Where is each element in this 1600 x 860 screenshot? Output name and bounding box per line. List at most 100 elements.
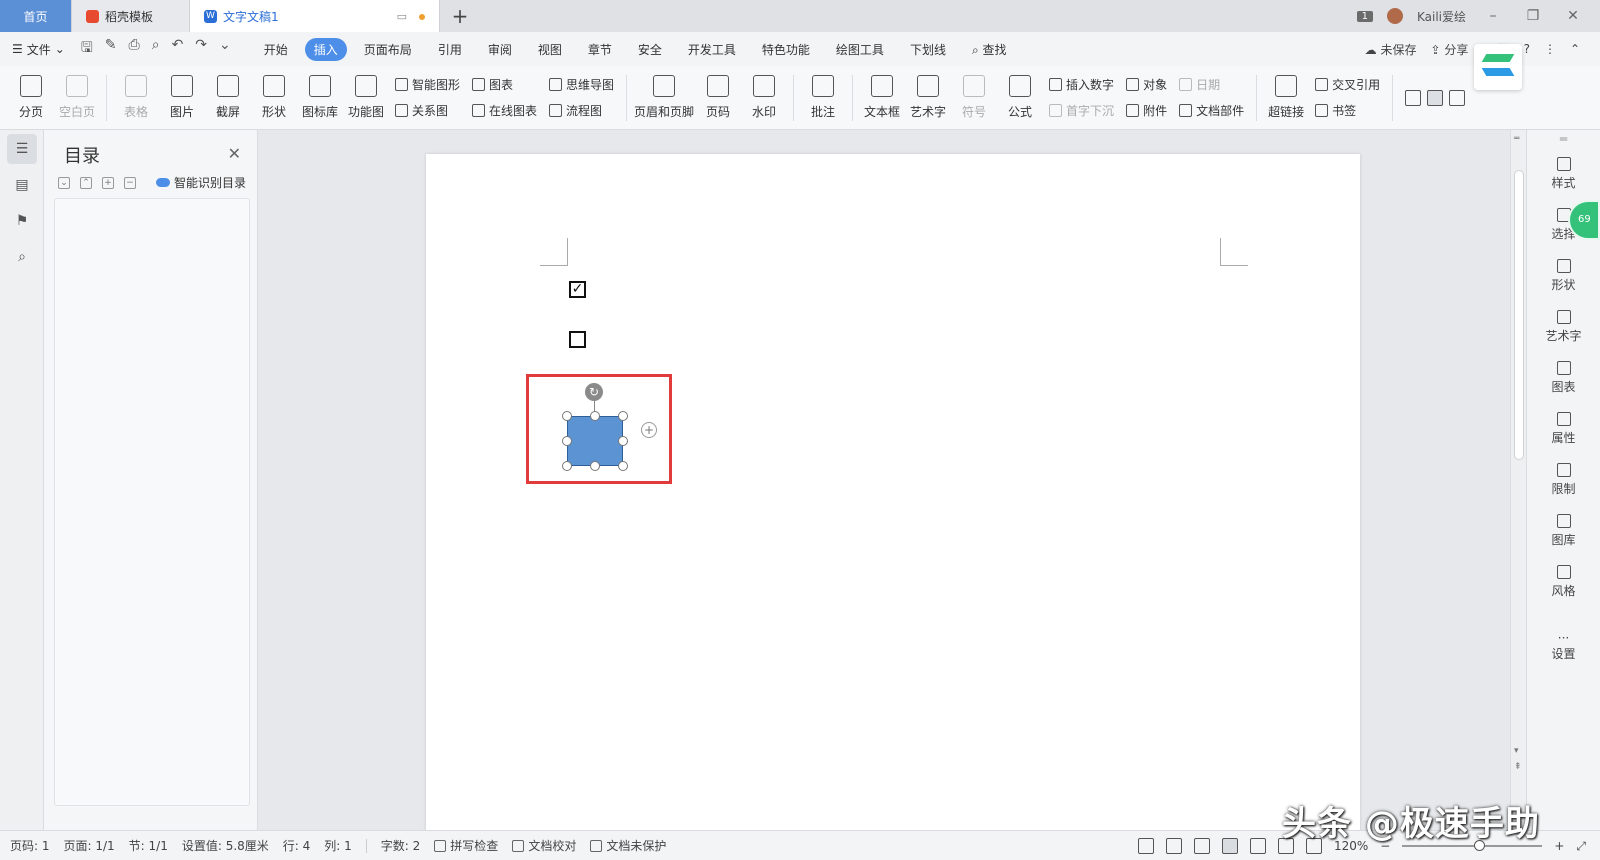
window-count-badge[interactable]: 1: [1356, 10, 1373, 22]
page-break-button[interactable]: 分页: [8, 70, 54, 126]
resize-handle[interactable]: [618, 436, 628, 446]
relation-chart-button[interactable]: 关系图: [395, 102, 460, 120]
right-item-properties[interactable]: 属性: [1542, 403, 1586, 454]
document-area[interactable]: ✓ ↻ +: [258, 130, 1510, 830]
menu-item-reference[interactable]: 引用: [429, 38, 471, 61]
right-item-style[interactable]: 样式: [1542, 148, 1586, 199]
menu-item-view[interactable]: 视图: [529, 38, 571, 61]
zoom-in-icon[interactable]: +: [1554, 839, 1564, 853]
new-tab-button[interactable]: +: [440, 0, 480, 32]
checkbox-unchecked[interactable]: [569, 331, 586, 348]
chart-button[interactable]: 图表: [472, 76, 537, 94]
resize-handle[interactable]: [562, 411, 572, 421]
remove-level-icon[interactable]: −: [124, 176, 136, 189]
toc-icon[interactable]: ☰: [7, 134, 37, 164]
expand-icon[interactable]: ⌄: [58, 176, 70, 189]
screenshot-button[interactable]: 截屏: [205, 70, 251, 126]
status-setting[interactable]: 设置值: 5.8厘米: [182, 837, 269, 854]
spell-check-button[interactable]: 拼写检查: [434, 837, 498, 854]
menu-item-start[interactable]: 开始: [255, 38, 297, 61]
tab-template[interactable]: 稻壳模板: [72, 0, 190, 32]
print-preview-icon[interactable]: ⌕: [152, 37, 160, 61]
collapse-ribbon-icon[interactable]: ⌃: [1570, 42, 1580, 56]
prev-page-icon[interactable]: ⇞: [1514, 762, 1522, 772]
format-painter-icon[interactable]: ✎: [105, 37, 117, 61]
find-icon[interactable]: ⌕: [7, 242, 37, 272]
symbol-button[interactable]: 符号: [951, 70, 997, 126]
add-level-icon[interactable]: +: [102, 176, 114, 189]
chapter-nav-icon[interactable]: ▤: [7, 170, 37, 200]
page-number-button[interactable]: 页码: [695, 70, 741, 126]
header-footer-button[interactable]: 页眉和页脚: [633, 70, 695, 126]
status-word-count[interactable]: 字数: 2: [381, 837, 421, 854]
rotate-handle-icon[interactable]: ↻: [585, 383, 603, 401]
cross-ref-button[interactable]: 交叉引用: [1315, 76, 1380, 94]
fullscreen-icon[interactable]: [1137, 838, 1154, 854]
close-icon[interactable]: ✕: [228, 144, 241, 163]
status-pages[interactable]: 页面: 1/1: [64, 837, 115, 854]
share-button[interactable]: ⇪ 分享: [1431, 41, 1469, 58]
scroll-thumb[interactable]: [1514, 170, 1524, 460]
online-chart-button[interactable]: 在线图表: [472, 102, 537, 120]
formula-button[interactable]: 公式: [997, 70, 1043, 126]
panel-grip-icon[interactable]: ═: [1527, 130, 1600, 148]
doc-protect-button[interactable]: 文档未保护: [590, 837, 666, 854]
comment-button[interactable]: 批注: [800, 70, 846, 126]
zoom-slider[interactable]: [1402, 840, 1543, 851]
resize-handle[interactable]: [618, 411, 628, 421]
scroll-down-icon[interactable]: ▾: [1514, 746, 1519, 756]
undo-icon[interactable]: ↶: [172, 37, 184, 61]
menu-item-layout[interactable]: 页面布局: [355, 38, 421, 61]
collapse-icon[interactable]: ⌃: [80, 176, 92, 189]
save-icon[interactable]: 🖫: [81, 37, 93, 61]
menu-item-security[interactable]: 安全: [629, 38, 671, 61]
tab-home[interactable]: 首页: [0, 0, 72, 32]
status-section[interactable]: 节: 1/1: [129, 837, 168, 854]
function-chart-button[interactable]: 功能图: [343, 70, 389, 126]
smart-toc-button[interactable]: 智能识别目录: [156, 174, 246, 191]
menu-item-dev-tools[interactable]: 开发工具: [679, 38, 745, 61]
menu-item-chapter[interactable]: 章节: [579, 38, 621, 61]
hyperlink-button[interactable]: 超链接: [1263, 70, 1309, 126]
redo-icon[interactable]: ↷: [195, 37, 207, 61]
icon-library-button[interactable]: 图标库: [297, 70, 343, 126]
insert-number-button[interactable]: 插入数字: [1049, 76, 1114, 94]
menu-item-review[interactable]: 审阅: [479, 38, 521, 61]
fit-page-icon[interactable]: ⤢: [1576, 839, 1586, 854]
document-page[interactable]: ✓ ↻ +: [426, 154, 1360, 830]
print-icon[interactable]: ⎙: [129, 37, 140, 61]
more-icon[interactable]: ⋮: [1544, 42, 1556, 56]
blank-page-button[interactable]: 空白页: [54, 70, 100, 126]
vertical-scrollbar[interactable]: ═ ▾ ⇞ ⇟: [1510, 130, 1526, 830]
read-mode-icon[interactable]: [1165, 838, 1182, 854]
scroll-up-icon[interactable]: ═: [1514, 134, 1519, 144]
bookmark-icon[interactable]: ⚑: [7, 206, 37, 236]
art-text-button[interactable]: 艺术字: [905, 70, 951, 126]
menu-item-features[interactable]: 特色功能: [753, 38, 819, 61]
user-name[interactable]: Kaili爱绘: [1417, 8, 1466, 25]
minimize-icon[interactable]: –: [1480, 8, 1506, 24]
resize-handle[interactable]: [562, 436, 572, 446]
restore-icon[interactable]: ❐: [1520, 8, 1546, 24]
menu-item-drawing-tools[interactable]: 绘图工具: [827, 38, 893, 61]
tab-document[interactable]: W 文字文稿1 ▭: [190, 0, 440, 32]
avatar[interactable]: [1386, 8, 1403, 24]
selected-square-shape[interactable]: [567, 416, 623, 466]
green-speed-badge[interactable]: 69: [1568, 200, 1600, 240]
status-row[interactable]: 行: 4: [283, 837, 311, 854]
textbox-control-icon[interactable]: [1405, 89, 1422, 106]
resize-handle[interactable]: [618, 461, 628, 471]
doc-proof-button[interactable]: 文档校对: [512, 837, 576, 854]
flowchart-button[interactable]: 流程图: [549, 102, 614, 120]
smart-graphic-button[interactable]: 智能图形: [395, 76, 460, 94]
status-page-code[interactable]: 页码: 1: [10, 837, 50, 854]
right-item-chart[interactable]: 图表: [1542, 352, 1586, 403]
menu-item-underline[interactable]: 下划线: [901, 38, 955, 61]
resize-handle[interactable]: [562, 461, 572, 471]
attachment-button[interactable]: 附件: [1126, 102, 1167, 120]
right-item-art-text[interactable]: 艺术字: [1542, 301, 1586, 352]
checkbox-control-icon[interactable]: [1427, 89, 1444, 106]
right-item-restrict[interactable]: 限制: [1542, 454, 1586, 505]
file-menu[interactable]: ☰ 文件 ⌄: [12, 41, 65, 58]
object-button[interactable]: 对象: [1126, 76, 1167, 94]
